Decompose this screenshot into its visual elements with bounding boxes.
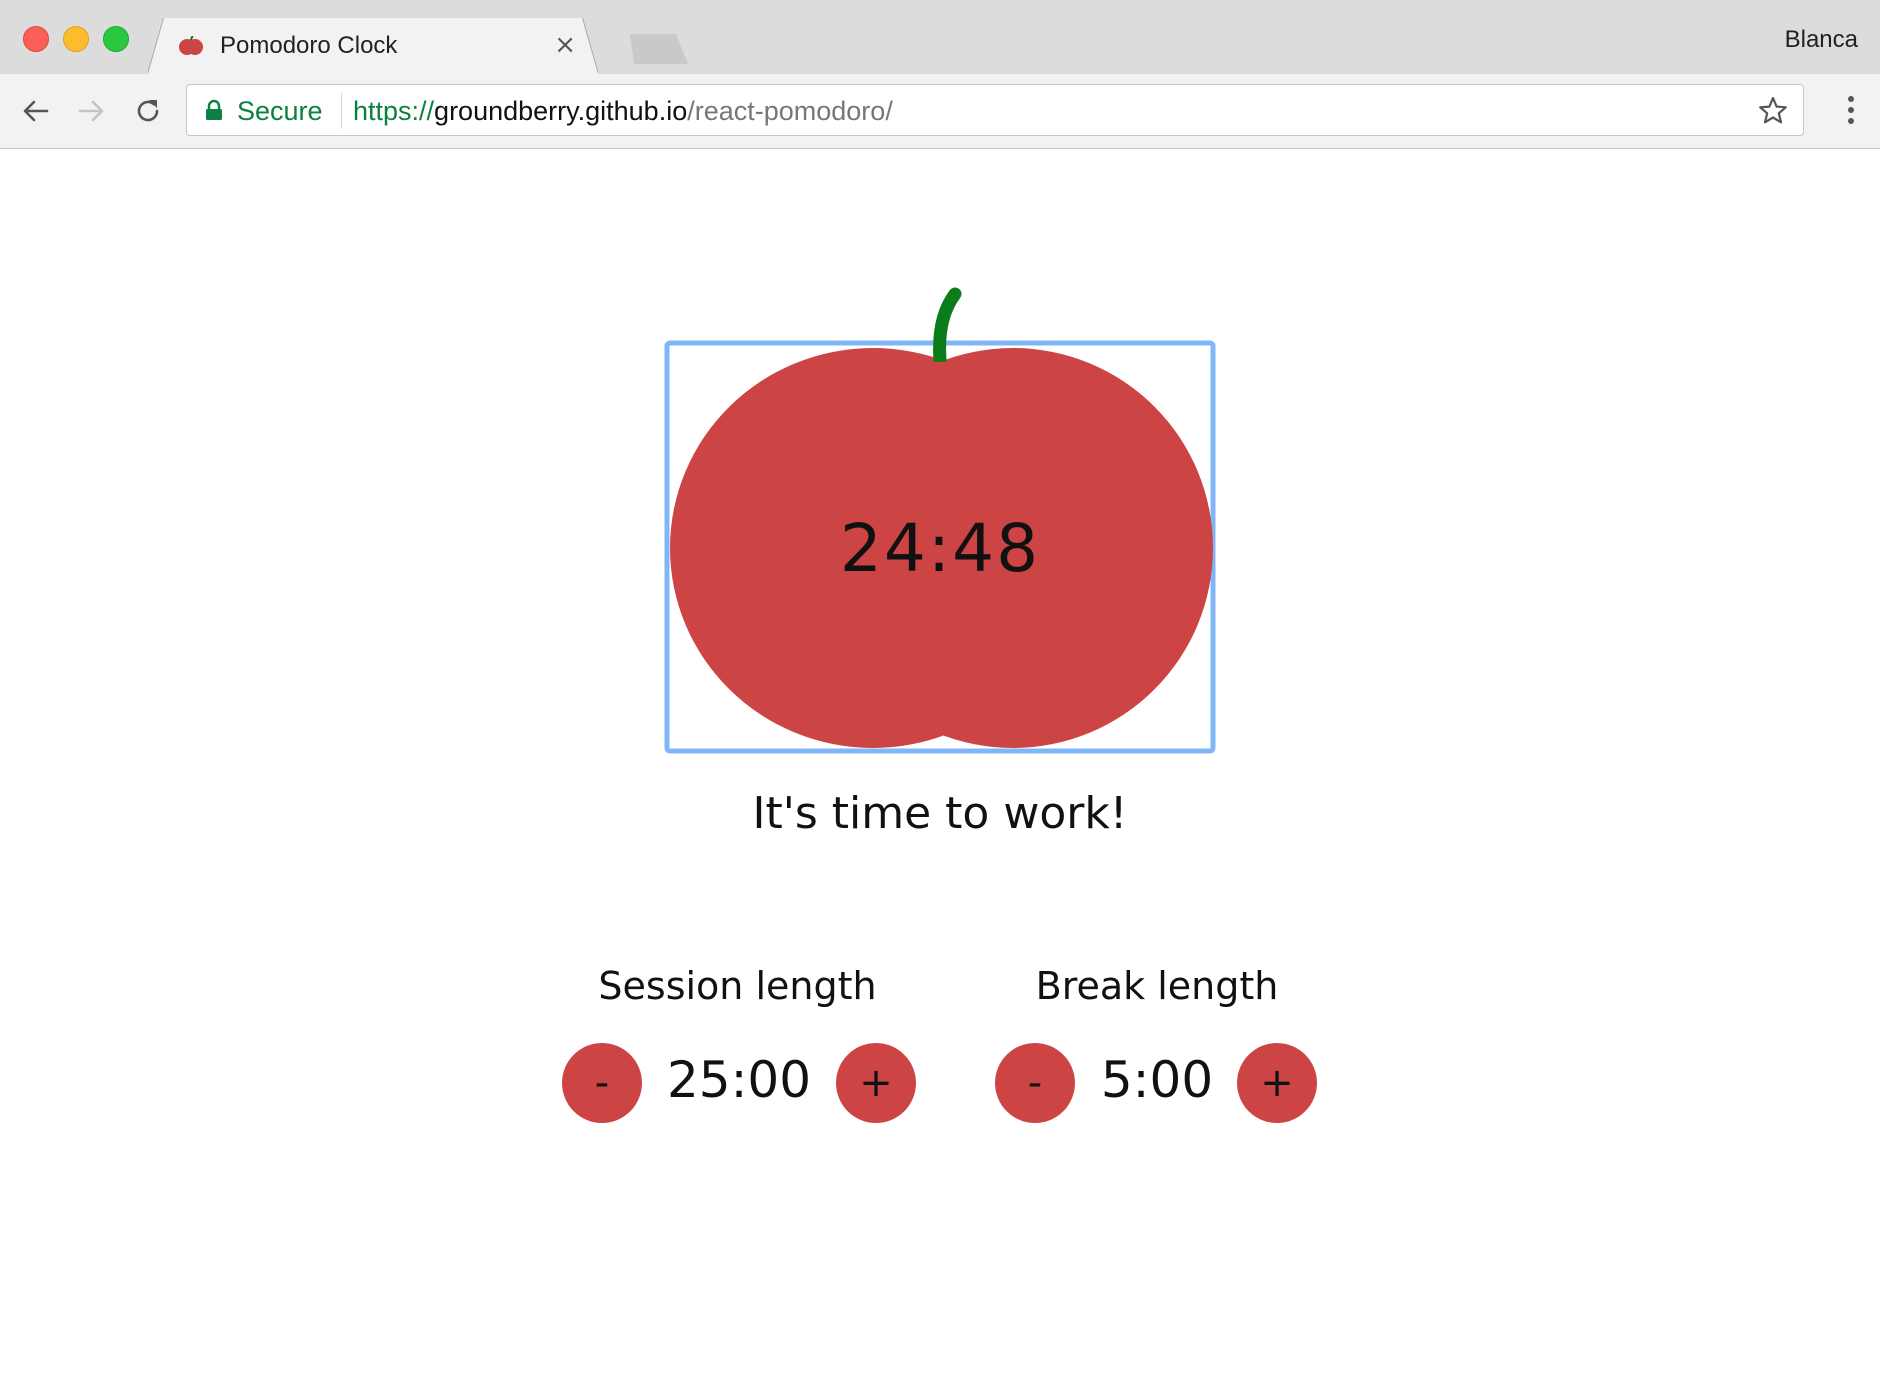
url-text[interactable]: https://groundberry.github.io/react-pomo… bbox=[353, 96, 893, 127]
timer-display: 24:48 bbox=[839, 510, 1041, 587]
break-length-title: Break length bbox=[1035, 964, 1279, 1008]
url-path: /react-pomodoro/ bbox=[687, 96, 893, 126]
break-length-value: 5:00 bbox=[1100, 1051, 1214, 1109]
address-divider bbox=[341, 93, 342, 129]
url-scheme: https:// bbox=[353, 96, 435, 126]
browser-tab-bar: Pomodoro Clock × Blanca bbox=[0, 0, 1880, 74]
reload-icon bbox=[137, 100, 159, 122]
back-button[interactable] bbox=[17, 92, 55, 130]
session-increment-button[interactable]: + bbox=[836, 1043, 916, 1123]
tab-title: Pomodoro Clock bbox=[220, 32, 398, 59]
profile-name[interactable]: Blanca bbox=[1785, 26, 1858, 54]
lock-icon bbox=[206, 99, 222, 120]
session-length-title: Session length bbox=[598, 964, 877, 1008]
session-decrement-button[interactable]: - bbox=[562, 1043, 642, 1123]
url-host: groundberry.github.io bbox=[434, 96, 688, 126]
forward-button[interactable] bbox=[72, 92, 110, 130]
more-vert-icon[interactable] bbox=[1846, 94, 1856, 126]
browser-tab-active[interactable]: Pomodoro Clock × bbox=[148, 18, 598, 74]
address-bar[interactable]: Secure https://groundberry.github.io/rea… bbox=[186, 84, 1804, 136]
arrow-left-icon bbox=[23, 100, 49, 122]
secure-label: Secure bbox=[237, 96, 323, 126]
star-icon[interactable] bbox=[1757, 95, 1789, 127]
window-close-button[interactable] bbox=[23, 26, 49, 52]
reload-button[interactable] bbox=[129, 92, 167, 130]
session-length-value: 25:00 bbox=[666, 1051, 812, 1109]
new-tab-button[interactable] bbox=[622, 34, 688, 64]
tab-close-icon[interactable]: × bbox=[554, 30, 576, 60]
break-increment-button[interactable]: + bbox=[1237, 1043, 1317, 1123]
browser-toolbar: Secure https://groundberry.github.io/rea… bbox=[0, 74, 1880, 149]
status-message: It's time to work! bbox=[752, 788, 1128, 839]
window-minimize-button[interactable] bbox=[63, 26, 89, 52]
arrow-right-icon bbox=[78, 100, 104, 122]
window-maximize-button[interactable] bbox=[103, 26, 129, 52]
tomato-clock[interactable]: 24:48 bbox=[664, 340, 1216, 754]
break-decrement-button[interactable]: - bbox=[995, 1043, 1075, 1123]
tomato-icon bbox=[179, 36, 203, 55]
stem-icon bbox=[933, 287, 962, 362]
